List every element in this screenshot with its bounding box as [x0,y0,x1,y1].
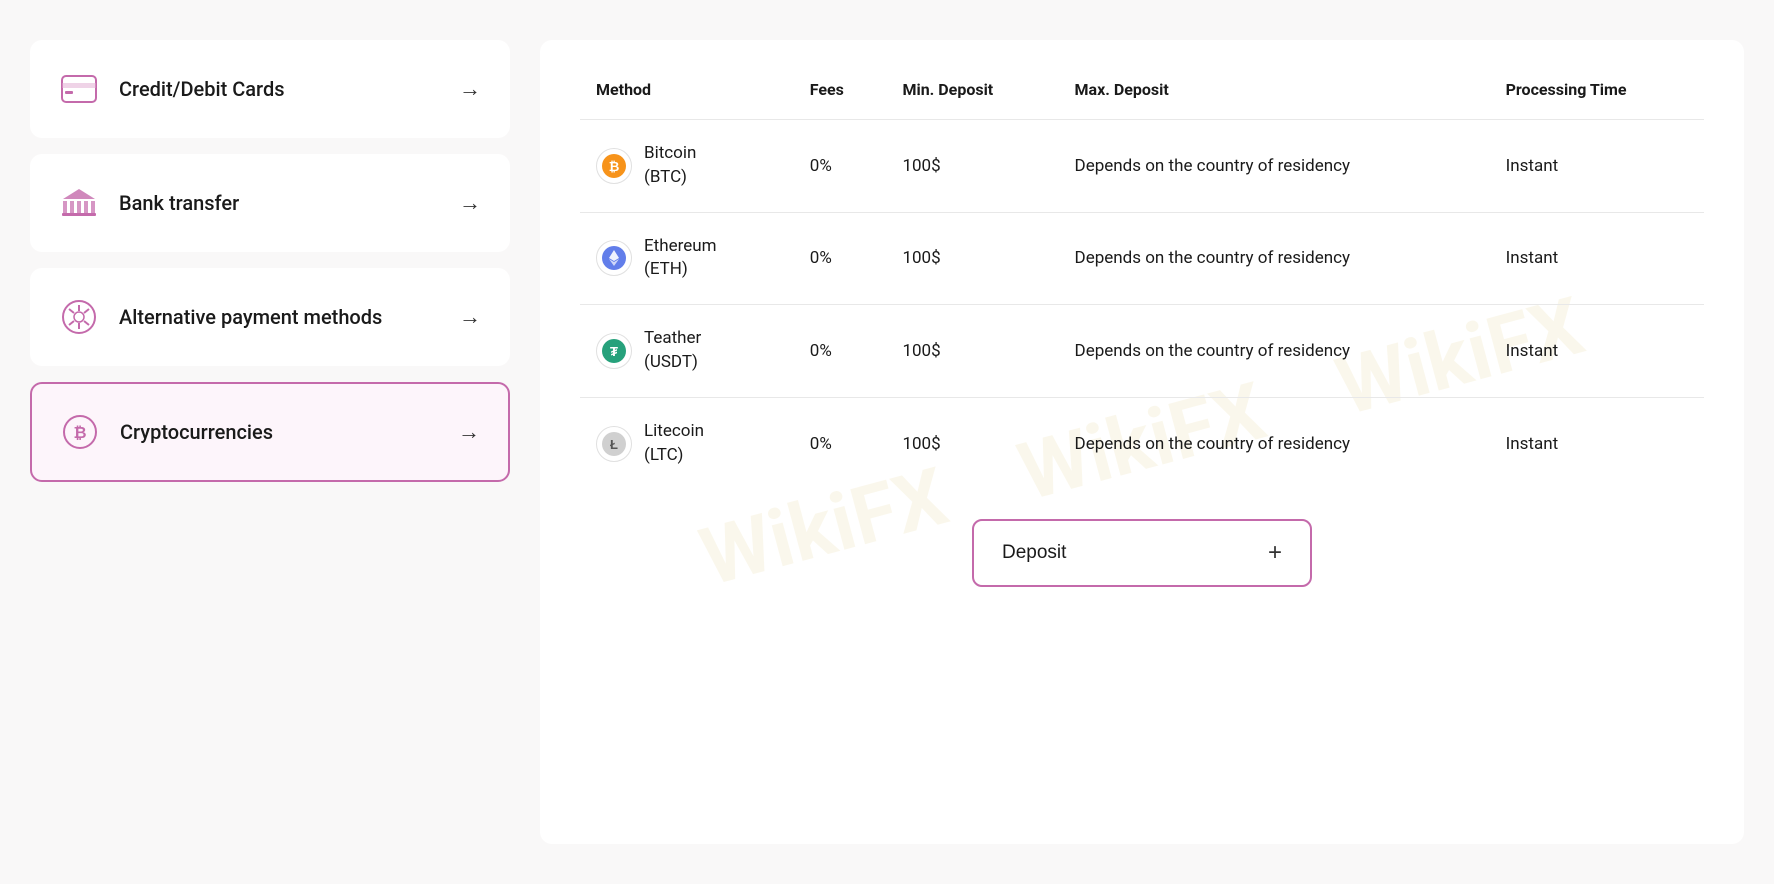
method-name-1: Ethereum(ETH) [644,235,717,283]
col-header-max-deposit: Max. Deposit [1059,70,1490,120]
min-deposit-cell-2: 100$ [886,305,1058,398]
processing-time-cell-0: Instant [1490,120,1704,213]
method-cell-3: Ł Litecoin(LTC) [580,397,794,489]
svg-text:₿: ₿ [609,159,620,174]
max-deposit-cell-3: Depends on the country of residency [1059,397,1490,489]
table-row: Ł Litecoin(LTC) 0% 100$ Depends on the c… [580,397,1704,489]
usdt-icon: ₮ [596,333,632,369]
deposit-button-row: Deposit + [580,519,1704,587]
deposit-button-label: Deposit [1002,542,1066,564]
method-cell-1: Ethereum(ETH) [580,212,794,305]
fees-cell-1: 0% [794,212,887,305]
col-header-min-deposit: Min. Deposit [886,70,1058,120]
fees-cell-2: 0% [794,305,887,398]
fees-cell-3: 0% [794,397,887,489]
nav-item-alternative-label: Alternative payment methods [119,305,439,329]
nav-item-crypto-label: Cryptocurrencies [120,420,438,444]
svg-text:Ł: Ł [610,437,618,452]
nav-item-alternative[interactable]: Alternative payment methods → [30,268,510,366]
col-header-method: Method [580,70,794,120]
max-deposit-cell-2: Depends on the country of residency [1059,305,1490,398]
nav-item-alternative-arrow: → [459,304,481,330]
table-row: ₿ Bitcoin(BTC) 0% 100$ Depends on the co… [580,120,1704,213]
nav-item-credit-debit-label: Credit/Debit Cards [119,77,439,101]
method-cell-0: ₿ Bitcoin(BTC) [580,120,794,213]
btc-icon: ₿ [596,148,632,184]
nav-item-bank-transfer[interactable]: Bank transfer → [30,154,510,252]
nav-item-crypto-arrow: → [458,419,480,445]
method-cell-2: ₮ Teather(USDT) [580,305,794,398]
nav-item-credit-debit[interactable]: Credit/Debit Cards → [30,40,510,138]
processing-time-cell-1: Instant [1490,212,1704,305]
max-deposit-cell-0: Depends on the country of residency [1059,120,1490,213]
fees-cell-0: 0% [794,120,887,213]
page-wrapper: Credit/Debit Cards → Bank transfer → [0,0,1774,884]
nav-item-bank-transfer-arrow: → [459,190,481,216]
left-panel: Credit/Debit Cards → Bank transfer → [30,40,510,844]
col-header-processing-time: Processing Time [1490,70,1704,120]
bank-icon [59,183,99,223]
table-row: Ethereum(ETH) 0% 100$ Depends on the cou… [580,212,1704,305]
svg-text:₿: ₿ [73,424,86,442]
ltc-icon: Ł [596,426,632,462]
right-panel: WikiFX WikiFX WikiFX Method Fees Min. De… [540,40,1744,844]
nav-item-crypto[interactable]: ₿ Cryptocurrencies → [30,382,510,482]
crypto-nav-icon: ₿ [60,412,100,452]
min-deposit-cell-1: 100$ [886,212,1058,305]
method-name-3: Litecoin(LTC) [644,420,704,468]
method-name-2: Teather(USDT) [644,327,701,375]
nav-item-credit-debit-arrow: → [459,76,481,102]
max-deposit-cell-1: Depends on the country of residency [1059,212,1490,305]
svg-text:₮: ₮ [610,344,618,359]
processing-time-cell-2: Instant [1490,305,1704,398]
min-deposit-cell-3: 100$ [886,397,1058,489]
alt-payment-icon [59,297,99,337]
deposit-button[interactable]: Deposit + [972,519,1312,587]
col-header-fees: Fees [794,70,887,120]
card-icon [59,69,99,109]
crypto-table: Method Fees Min. Deposit Max. Deposit Pr… [580,70,1704,489]
processing-time-cell-3: Instant [1490,397,1704,489]
nav-item-bank-transfer-label: Bank transfer [119,191,439,215]
deposit-button-plus: + [1268,539,1282,567]
eth-icon [596,240,632,276]
table-row: ₮ Teather(USDT) 0% 100$ Depends on the c… [580,305,1704,398]
min-deposit-cell-0: 100$ [886,120,1058,213]
method-name-0: Bitcoin(BTC) [644,142,696,190]
